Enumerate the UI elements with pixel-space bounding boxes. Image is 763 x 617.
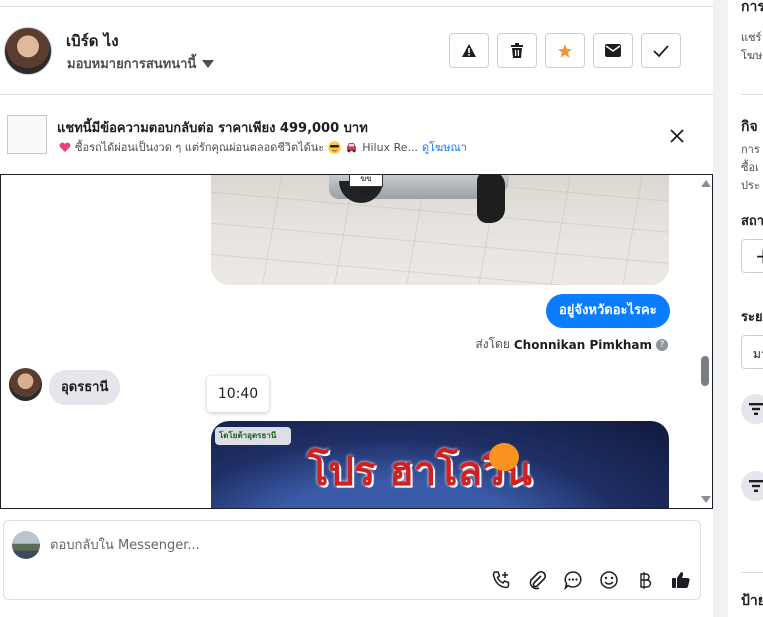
view-ad-link[interactable]: ดูโฆษณา xyxy=(422,138,467,156)
inbox-app: เบิร์ด ไง มอบหมายการสนทนานี้ แชทนี้มีข้อ… xyxy=(0,0,763,617)
plus-icon: + xyxy=(755,244,763,268)
conversation-panel: เบิร์ด ไง มอบหมายการสนทนานี้ แชทนี้มีข้อ… xyxy=(0,0,713,617)
thumbs-up-icon xyxy=(672,572,690,588)
timestamp-tooltip: 10:40 xyxy=(207,376,269,412)
mark-unread-button[interactable] xyxy=(593,33,633,68)
panel-divider-line xyxy=(741,94,763,95)
panel-divider-line-2 xyxy=(741,572,763,573)
payment-button[interactable] xyxy=(632,567,658,593)
ad-description-text: ซื้อรถได้ผ่อนเป็นงวด ๆ แต่รักคุณผ่อนตลอด… xyxy=(75,141,325,154)
filter-button-1[interactable] xyxy=(741,394,763,424)
sent-by-label: ส่งโดย Chonnikan Pimkham ? xyxy=(475,335,668,354)
close-icon[interactable] xyxy=(668,127,686,145)
warning-icon xyxy=(462,43,476,57)
call-button[interactable] xyxy=(488,567,514,593)
panel-divider xyxy=(713,0,728,617)
envelope-icon xyxy=(605,44,621,57)
scroll-up-arrow-icon[interactable] xyxy=(701,180,711,187)
saved-reply-button[interactable] xyxy=(560,567,586,593)
delete-button[interactable] xyxy=(497,33,537,68)
check-icon xyxy=(653,44,669,57)
contact-name[interactable]: เบิร์ด ไง xyxy=(66,29,119,53)
composer-tools xyxy=(488,567,694,593)
panel-text-a: แชร์ xyxy=(741,31,762,44)
ad-description: ซื้อรถได้ผ่อนเป็นงวด ๆ แต่รักคุณผ่อนตลอด… xyxy=(59,138,467,156)
dealer-logo: โตโยต้าอุดรธานี xyxy=(215,427,291,445)
contact-avatar-small[interactable] xyxy=(9,368,42,401)
thread-scrollbar[interactable] xyxy=(698,175,712,508)
car-wheel xyxy=(477,175,505,223)
ad-product-text: Hilux Re... xyxy=(362,140,418,154)
header-actions xyxy=(449,33,681,68)
car-emoji-icon xyxy=(347,143,357,153)
attach-button[interactable] xyxy=(524,567,550,593)
panel-text-b: โฆษ xyxy=(741,49,763,62)
assign-conversation-dropdown[interactable]: มอบหมายการสนทนานี้ xyxy=(67,53,215,74)
trash-icon xyxy=(511,42,523,58)
conversation-header: เบิร์ด ไง มอบหมายการสนทนานี้ xyxy=(0,6,713,95)
incoming-message-bubble[interactable]: อุดรธานี xyxy=(49,370,121,405)
message-thread[interactable]: ฆข 4981 อยู่จังหวัดอะไรคะ ส่งโดย Chonnik… xyxy=(0,174,713,509)
baht-icon xyxy=(640,572,652,589)
assign-label: มอบหมายการสนทนานี้ xyxy=(67,57,197,72)
status-label: สถา xyxy=(741,214,763,229)
ad-title: แชทนี้มีข้อความตอบกลับต่อ ราคาเพียง 499,… xyxy=(57,121,368,136)
reply-composer xyxy=(3,520,701,600)
range-label: ระย xyxy=(741,310,763,325)
range-select-value: มา xyxy=(753,347,763,361)
filter-icon xyxy=(749,480,763,492)
reply-input[interactable] xyxy=(50,532,650,558)
mark-done-button[interactable] xyxy=(641,33,681,68)
star-icon xyxy=(558,43,572,58)
heart-icon xyxy=(59,142,71,152)
star-button[interactable] xyxy=(545,33,585,68)
scroll-thumb[interactable] xyxy=(701,356,709,386)
activity-text-c: ประ xyxy=(741,179,760,192)
activity-text-a: การ xyxy=(741,143,760,156)
call-add-icon xyxy=(492,571,510,589)
filter-button-2[interactable] xyxy=(741,471,763,501)
range-select[interactable]: มา xyxy=(741,335,763,369)
outgoing-message-bubble[interactable]: อยู่จังหวัดอะไรคะ xyxy=(546,294,670,328)
contact-details-panel: การ แชร์ โฆษ กิจ การ ซื้อเ ประ สถา + ระย… xyxy=(728,0,763,617)
pumpkin-icon xyxy=(489,443,519,471)
panel-section-title: การ xyxy=(741,0,763,15)
report-spam-button[interactable] xyxy=(449,33,489,68)
ad-thumbnail[interactable] xyxy=(7,115,47,154)
activity-section-title: กิจ xyxy=(741,119,758,135)
labels-section-title: ป้าย xyxy=(741,593,763,609)
emoji-button[interactable] xyxy=(596,567,622,593)
contact-avatar[interactable] xyxy=(4,27,52,75)
like-button[interactable] xyxy=(668,567,694,593)
car-photo-message[interactable]: ฆข 4981 xyxy=(211,175,669,285)
ad-context-banner: แชทนี้มีข้อความตอบกลับต่อ ราคาเพียง 499,… xyxy=(0,95,713,174)
caret-down-icon xyxy=(202,59,215,68)
attachment-icon xyxy=(529,570,547,590)
activity-text-b: ซื้อเ xyxy=(741,161,759,174)
page-avatar xyxy=(12,531,40,559)
sunglasses-emoji-icon xyxy=(328,140,342,154)
sent-by-prefix: ส่งโดย xyxy=(475,337,510,351)
scroll-down-arrow-icon[interactable] xyxy=(701,496,711,503)
sender-name: Chonnikan Pimkham xyxy=(513,337,652,352)
promo-image-message[interactable]: โตโยต้าอุดรธานี โปร ฮาโลวีน xyxy=(211,421,669,508)
add-status-button[interactable]: + xyxy=(741,239,763,273)
filter-icon xyxy=(749,403,763,415)
emoji-icon xyxy=(600,571,618,589)
license-plate: ฆข 4981 xyxy=(349,175,383,197)
saved-reply-icon xyxy=(564,571,582,590)
help-icon[interactable]: ? xyxy=(656,338,668,351)
